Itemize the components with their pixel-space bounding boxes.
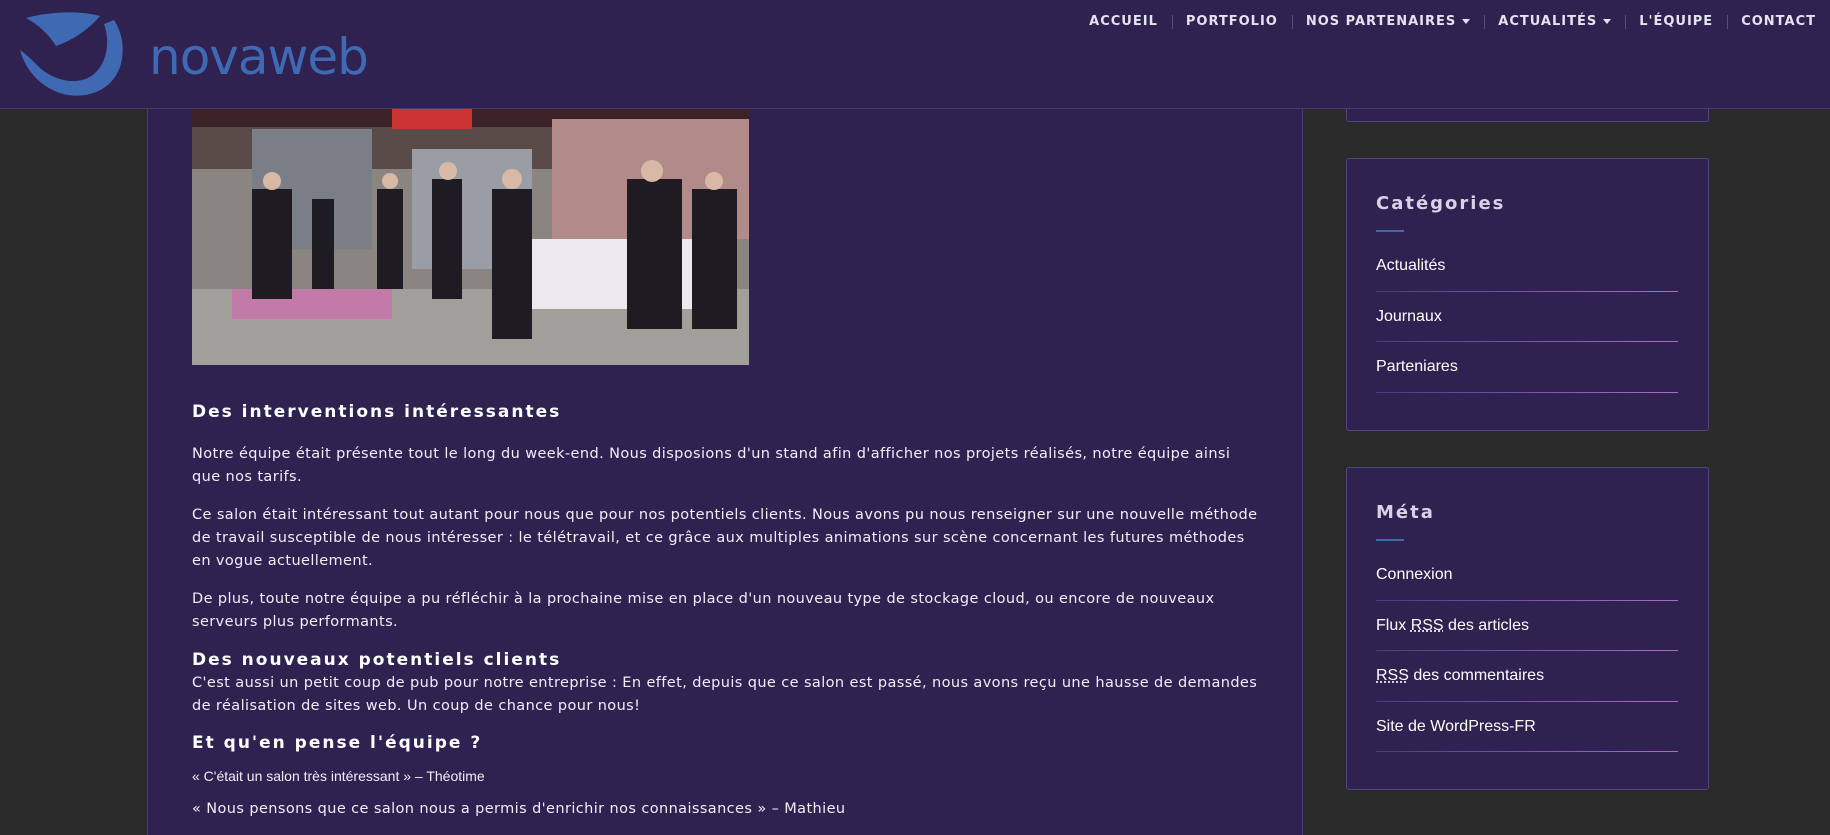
nav-label: ACCUEIL — [1089, 14, 1158, 29]
category-label: Parteniares — [1376, 358, 1458, 376]
category-label: Journaux — [1376, 307, 1442, 325]
meta-label: Site de WordPress-FR — [1376, 717, 1536, 735]
team-quote: « Nous pensons que ce salon nous a permi… — [192, 801, 846, 817]
section-heading: Et qu'en pense l'équipe ? — [192, 733, 483, 753]
meta-list: Connexion Flux RSS des articles RSS des … — [1376, 550, 1678, 752]
category-journaux[interactable]: Journaux — [1376, 292, 1678, 343]
nav-label: ACTUALITÉS — [1498, 14, 1598, 29]
article-content: Des interventions intéressantes Notre éq… — [192, 392, 1262, 817]
nav-actualites[interactable]: ACTUALITÉS — [1484, 14, 1625, 29]
meta-label: Connexion — [1376, 566, 1453, 584]
nav-label: PORTFOLIO — [1185, 14, 1278, 29]
meta-login-link[interactable]: Connexion — [1376, 550, 1678, 601]
rss-abbr: RSS — [1376, 667, 1409, 685]
novaweb-logo-icon — [20, 12, 123, 96]
nav-label: NOS PARTENAIRES — [1305, 14, 1457, 29]
nav-label: CONTACT — [1741, 14, 1816, 29]
nav-portfolio[interactable]: PORTFOLIO — [1171, 14, 1292, 29]
title-underline — [1376, 539, 1404, 541]
category-actualites[interactable]: Actualités — [1376, 241, 1678, 292]
meta-widget: Méta Connexion Flux RSS des articles RSS… — [1346, 467, 1709, 790]
trade-show-photo — [192, 109, 749, 365]
paragraph: C'est aussi un petit coup de pub pour no… — [192, 675, 1258, 714]
article-photo — [192, 109, 749, 365]
title-underline — [1376, 230, 1404, 232]
nav-label: L'ÉQUIPE — [1639, 14, 1714, 29]
widget-title: Catégories — [1376, 193, 1506, 214]
category-parteniares[interactable]: Parteniares — [1376, 342, 1678, 393]
nav-nos-partenaires[interactable]: NOS PARTENAIRES — [1291, 14, 1484, 29]
meta-wordpress-link[interactable]: Site de WordPress-FR — [1376, 702, 1678, 753]
team-quote: « C'était un salon très intéressant » – … — [192, 768, 485, 784]
caret-down-icon — [1603, 19, 1612, 24]
nav-equipe[interactable]: L'ÉQUIPE — [1625, 14, 1727, 29]
categories-widget: Catégories Actualités Journaux Parteniar… — [1346, 158, 1709, 431]
site-header: novaweb ACCUEIL PORTFOLIO NOS PARTENAIRE… — [0, 0, 1830, 109]
section-heading: Des interventions intéressantes — [192, 402, 562, 422]
article-container: Des interventions intéressantes Notre éq… — [147, 109, 1303, 835]
widget-title: Méta — [1376, 502, 1435, 523]
paragraph: Ce salon était intéressant tout autant p… — [192, 507, 1258, 569]
categories-list: Actualités Journaux Parteniares — [1376, 241, 1678, 393]
paragraph: Notre équipe était présente tout le long… — [192, 446, 1231, 485]
nav-accueil[interactable]: ACCUEIL — [1075, 14, 1172, 29]
logo-text: novaweb — [149, 28, 369, 86]
category-label: Actualités — [1376, 257, 1446, 275]
caret-down-icon — [1462, 19, 1471, 24]
paragraph: De plus, toute notre équipe a pu réfléch… — [192, 591, 1215, 630]
main-nav: ACCUEIL PORTFOLIO NOS PARTENAIRES ACTUAL… — [1075, 14, 1830, 29]
site-logo[interactable]: novaweb — [18, 10, 369, 102]
meta-feed-link[interactable]: Flux RSS des articles — [1376, 601, 1678, 652]
section-heading: Des nouveaux potentiels clients — [192, 650, 562, 670]
nav-contact[interactable]: CONTACT — [1727, 14, 1830, 29]
meta-label: des commentaires — [1413, 667, 1545, 685]
meta-label: Flux — [1376, 616, 1407, 634]
rss-abbr: RSS — [1410, 616, 1444, 634]
meta-label: des articles — [1448, 616, 1529, 634]
meta-comments-feed-link[interactable]: RSS des commentaires — [1376, 651, 1678, 702]
